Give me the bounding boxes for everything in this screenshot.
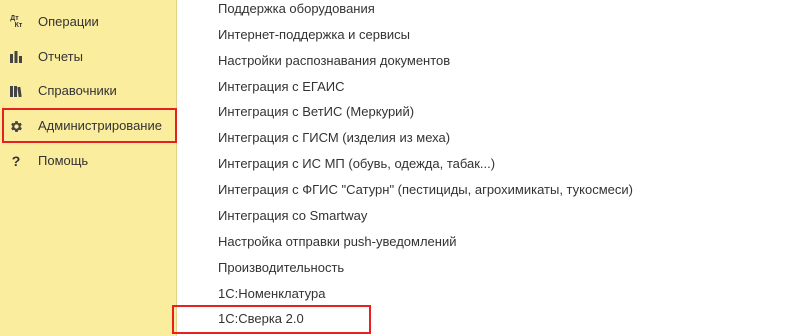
books-icon xyxy=(8,83,24,99)
bar-chart-icon xyxy=(8,49,24,65)
debit-credit-icon: Дт Кт xyxy=(8,14,24,30)
link-internet-support[interactable]: Интернет-поддержка и сервисы xyxy=(218,27,410,43)
sidebar-item-label: Операции xyxy=(38,14,99,29)
link-egais-integration[interactable]: Интеграция с ЕГАИС xyxy=(218,79,344,95)
link-1c-nomenclature[interactable]: 1С:Номенклатура xyxy=(218,286,325,302)
sidebar-item-label: Помощь xyxy=(38,153,89,168)
link-ismp-integration[interactable]: Интеграция с ИС МП (обувь, одежда, табак… xyxy=(218,156,495,172)
link-1c-sverka[interactable]: 1С:Сверка 2.0 xyxy=(218,311,304,327)
question-icon: ? xyxy=(8,153,24,169)
link-smartway-integration[interactable]: Интеграция со Smartway xyxy=(218,208,367,224)
link-gism-integration[interactable]: Интеграция с ГИСМ (изделия из меха) xyxy=(218,130,450,146)
admin-section-panel: Поддержка оборудования Интернет-поддержк… xyxy=(177,0,802,336)
sidebar-item-administration[interactable]: Администрирование xyxy=(0,109,176,143)
link-push-notifications-settings[interactable]: Настройка отправки push-уведомлений xyxy=(218,234,456,250)
debit-label: Дт xyxy=(10,15,19,22)
link-saturn-integration[interactable]: Интеграция с ФГИС "Сатурн" (пестициды, а… xyxy=(218,182,633,198)
sidebar-item-label: Справочники xyxy=(38,83,117,98)
sidebar-item-reports[interactable]: Отчеты xyxy=(0,40,176,74)
sidebar-item-help[interactable]: ? Помощь xyxy=(0,144,176,178)
link-document-recognition-settings[interactable]: Настройки распознавания документов xyxy=(218,53,450,69)
link-vetis-integration[interactable]: Интеграция с ВетИС (Меркурий) xyxy=(218,104,414,120)
sidebar-item-operations[interactable]: Дт Кт Операции xyxy=(0,5,176,39)
link-equipment-support[interactable]: Поддержка оборудования xyxy=(218,1,375,17)
link-performance[interactable]: Производительность xyxy=(218,260,344,276)
sidebar-item-catalogs[interactable]: Справочники xyxy=(0,74,176,108)
sidebar-item-label: Администрирование xyxy=(38,118,162,133)
credit-label: Кт xyxy=(14,22,23,29)
sidebar-item-label: Отчеты xyxy=(38,49,83,64)
sidebar: Дт Кт Операции Отчеты Справочники Админи… xyxy=(0,0,177,336)
gear-icon xyxy=(8,118,24,134)
question-glyph: ? xyxy=(11,153,21,169)
